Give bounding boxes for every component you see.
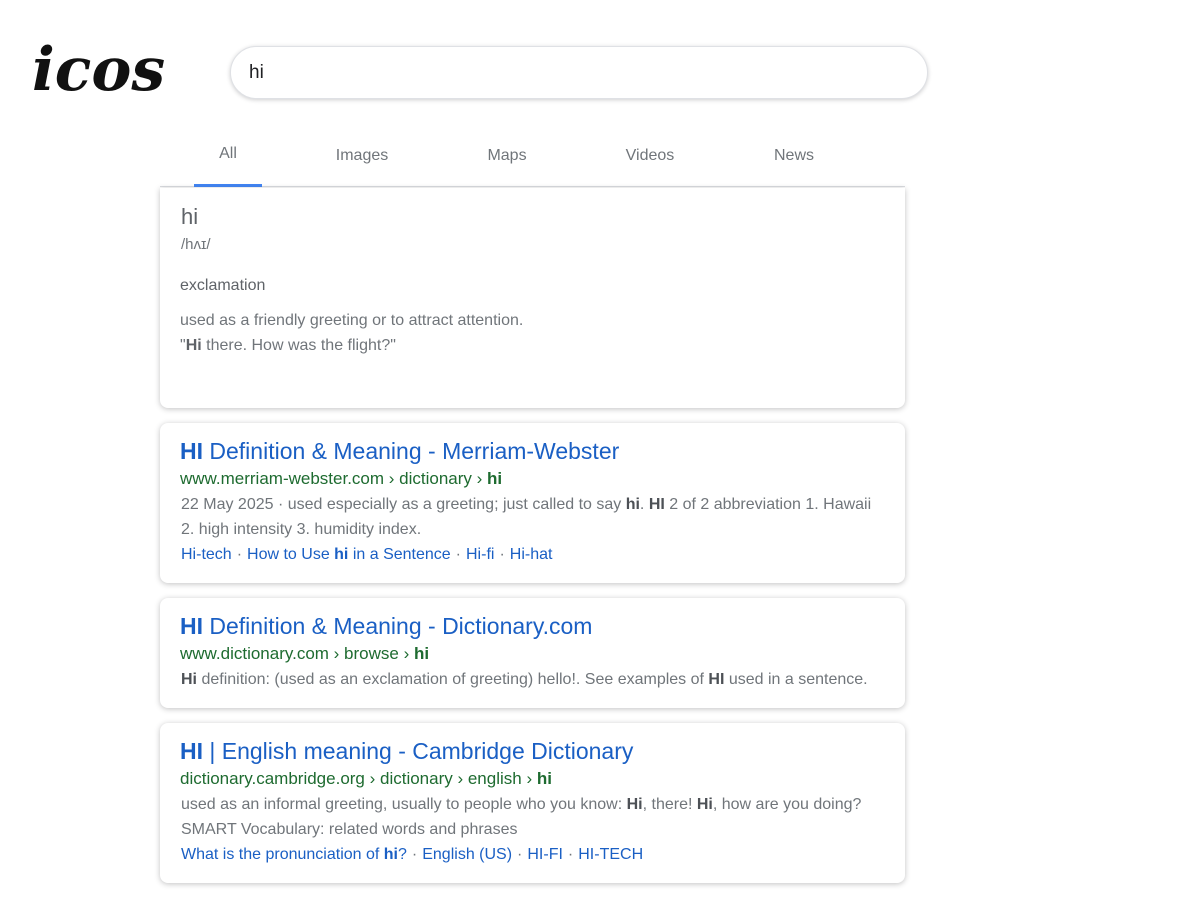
result-snippet: 22 May 2025 · used especially as a greet… (181, 492, 871, 542)
tab-label: Videos (625, 147, 675, 164)
url-bold: hi (487, 469, 503, 488)
result-sublinks: Hi-tech · How to Use hi in a Sentence · Hi-f… (181, 546, 552, 564)
snippet-text: used as an informal greeting, usually to… (181, 796, 627, 813)
url-prefix: www.merriam-webster.com › dictionary › (180, 469, 488, 488)
result-snippet: used as an informal greeting, usually to… (181, 792, 861, 842)
tab-label: Images (335, 147, 389, 164)
title-rest: Definition & Meaning - Merriam-Webster (203, 438, 620, 464)
separator: · (236, 546, 243, 563)
search-result-card: HI Definition & Meaning - Dictionary.com… (160, 598, 905, 708)
result-url: www.dictionary.com › browse › hi (180, 644, 429, 664)
search-input[interactable] (249, 47, 909, 98)
result-url: dictionary.cambridge.org › dictionary › … (180, 769, 552, 789)
tab-news[interactable]: News (764, 130, 824, 186)
url-prefix: dictionary.cambridge.org › dictionary › … (180, 769, 537, 788)
example-bold: Hi (185, 337, 202, 354)
search-results-page: icos All Images Maps Videos News hi /hʌɪ… (0, 0, 1181, 904)
result-sublinks: What is the pronunciation of hi? · English… (181, 846, 643, 864)
title-bold: HI (180, 613, 203, 639)
separator: · (517, 846, 523, 863)
snippet-line: SMART Vocabulary: related words and phra… (181, 821, 518, 838)
search-result-card: HI Definition & Meaning - Merriam-Webste… (160, 423, 905, 583)
dictionary-definition: used as a friendly greeting or to attrac… (180, 312, 524, 329)
sublink-bold: hi (383, 846, 398, 863)
dictionary-pronunciation: /hʌɪ/ (181, 236, 211, 253)
snippet-text: , there! (642, 796, 697, 813)
url-bold: hi (413, 644, 430, 663)
sublink-english-us[interactable]: English (US) (422, 846, 512, 863)
snippet-line: 2. high intensity 3. humidity index. (181, 521, 422, 538)
sublink-text: in a Sentence (348, 546, 451, 563)
result-snippet: Hi definition: (used as an exclamation o… (181, 667, 868, 692)
sublink-hi-tech[interactable]: HI-TECH (578, 846, 643, 863)
sublink-hi-fi[interactable]: Hi-fi (466, 546, 494, 563)
sublink-text: How to Use (247, 546, 335, 563)
url-prefix: www.dictionary.com › browse › (180, 644, 414, 663)
result-title-link[interactable]: HI | English meaning - Cambridge Diction… (180, 738, 633, 765)
tab-images[interactable]: Images (325, 130, 399, 186)
snippet-bold: hi (625, 496, 640, 513)
tab-label: All (219, 145, 237, 162)
title-rest: Definition & Meaning - Dictionary.com (203, 613, 593, 639)
snippet-bold: Hi (696, 796, 713, 813)
title-bold: HI (180, 438, 203, 464)
separator: · (499, 546, 505, 563)
sublink-hi-fi[interactable]: HI-FI (527, 846, 563, 863)
sublink-hi-tech[interactable]: Hi-tech (181, 546, 232, 563)
icos-logo[interactable]: icos (32, 22, 172, 102)
snippet-text: 2 of 2 abbreviation 1. Hawaii (664, 496, 872, 513)
snippet-bold: HI (648, 496, 665, 513)
snippet-line: used as an informal greeting, usually to… (181, 792, 861, 817)
separator: · (567, 846, 574, 863)
tab-videos[interactable]: Videos (615, 130, 685, 186)
url-bold: hi (536, 769, 552, 788)
result-title-link[interactable]: HI Definition & Meaning - Dictionary.com (180, 613, 592, 640)
dictionary-card: hi /hʌɪ/ exclamation used as a friendly … (160, 188, 905, 408)
snippet-text: 22 May 2025 · used especially as a greet… (181, 496, 626, 513)
title-rest: | English meaning - Cambridge Dictionary (203, 738, 634, 764)
snippet-text: definition: (used as an exclamation of g… (197, 671, 709, 688)
sublink-text: ? (398, 846, 407, 863)
result-url: www.merriam-webster.com › dictionary › h… (180, 469, 502, 489)
dictionary-example: "Hi there. How was the flight?" (180, 337, 396, 355)
result-title-link[interactable]: HI Definition & Meaning - Merriam-Webste… (180, 438, 619, 465)
search-bar (230, 46, 928, 99)
snippet-line: 22 May 2025 · used especially as a greet… (181, 492, 871, 517)
logo-text: icos (32, 35, 165, 102)
search-tabs: All Images Maps Videos News (160, 130, 905, 187)
separator: · (455, 546, 461, 563)
sublink-hi-hat[interactable]: Hi-hat (510, 546, 553, 563)
snippet-bold: HI (708, 671, 725, 688)
sublink-bold: hi (334, 546, 349, 563)
tab-all[interactable]: All (194, 130, 262, 187)
dictionary-part-of-speech: exclamation (180, 277, 266, 294)
sublink-pronunciation[interactable]: What is the pronunciation of hi? (181, 846, 407, 863)
snippet-bold: Hi (626, 796, 643, 813)
snippet-text: . (639, 496, 649, 513)
title-bold: HI (180, 738, 203, 764)
tab-label: Maps (487, 147, 527, 164)
tab-maps[interactable]: Maps (477, 130, 537, 186)
sublink-text: What is the pronunciation of (181, 846, 384, 863)
snippet-text: , how are you doing? (712, 796, 862, 813)
separator: · (411, 846, 418, 863)
snippet-text: used in a sentence. (724, 671, 868, 688)
example-rest: there. How was the flight?" (201, 337, 396, 354)
dictionary-word: hi (181, 204, 199, 229)
snippet-bold: Hi (181, 671, 197, 688)
tab-label: News (773, 147, 814, 164)
search-result-card: HI | English meaning - Cambridge Diction… (160, 723, 905, 883)
sublink-how-to-use[interactable]: How to Use hi in a Sentence (247, 546, 451, 563)
